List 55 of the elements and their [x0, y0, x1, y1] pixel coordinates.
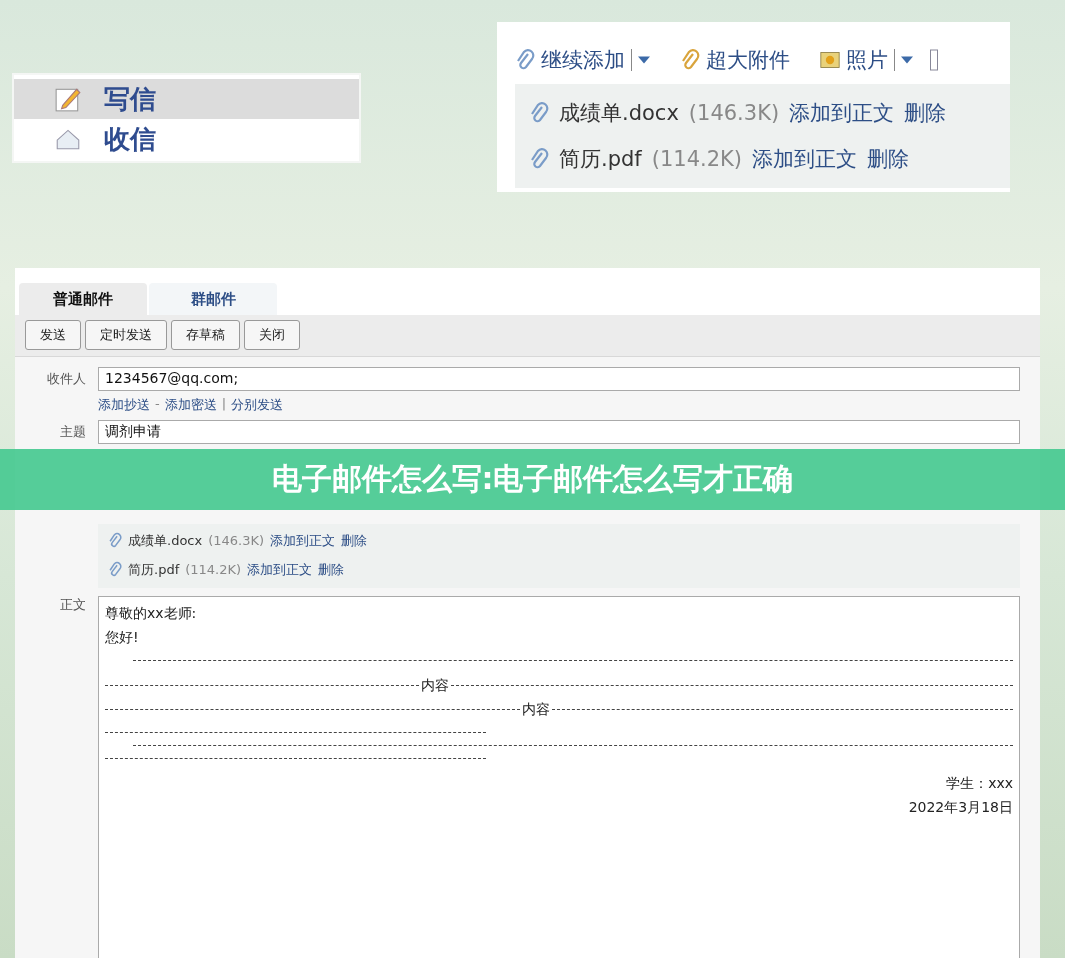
paperclip-icon	[515, 48, 535, 72]
nav-item[interactable]: 收信	[14, 119, 359, 159]
insert-link[interactable]: 添加到正文	[247, 560, 313, 579]
link-separator: |	[221, 396, 227, 413]
pencil-icon	[54, 85, 82, 113]
nav-item[interactable]: 写信	[14, 79, 359, 119]
tab[interactable]: 普通邮件	[19, 283, 147, 315]
link[interactable]: 分别发送	[231, 396, 284, 414]
file-name: 成绩单.docx	[559, 100, 679, 127]
body-text: 2022年3月18日	[907, 798, 1013, 817]
dropdown-caret[interactable]	[631, 49, 650, 71]
body-text: 您好!	[105, 628, 140, 647]
delete-link[interactable]: 删除	[867, 145, 909, 173]
delete-link[interactable]: 删除	[341, 531, 368, 550]
link-separator: -	[155, 396, 160, 413]
insert-link[interactable]: 添加到正文	[789, 99, 895, 127]
tab[interactable]: 群邮件	[149, 283, 277, 315]
banner-title: 电子邮件怎么写:电子邮件怎么写才正确	[271, 460, 794, 498]
subject-field[interactable]: 调剂申请	[98, 420, 1020, 444]
file-name: 简历.pdf	[559, 146, 642, 173]
delete-link[interactable]: 删除	[318, 560, 345, 579]
body-field[interactable]: 尊敬的xx老师: 您好! 内容 内容 学生：xxx 2022年3月18日	[98, 596, 1020, 958]
paperclip-icon	[529, 101, 549, 125]
field-label: 收件人	[46, 370, 87, 388]
file-size: (114.2K)	[185, 562, 242, 577]
paperclip-icon	[108, 561, 122, 578]
file-size: (114.2K)	[651, 147, 742, 171]
field-label: 正文	[59, 596, 87, 614]
paperclip-icon	[529, 147, 549, 171]
link[interactable]: 添加密送	[164, 396, 217, 414]
recipient-field[interactable]: 1234567@qq.com;	[98, 367, 1020, 391]
file-name: 简历.pdf	[128, 560, 180, 579]
insert-link[interactable]: 添加到正文	[752, 145, 857, 173]
toolbar-button[interactable]: 存草稿	[171, 320, 240, 350]
toolbar-button[interactable]: 照片	[820, 46, 913, 74]
file-size: (146.3K)	[688, 101, 780, 125]
toolbar-icon[interactable]	[929, 48, 938, 72]
dropdown-caret[interactable]	[894, 49, 913, 71]
toolbar-button[interactable]: 关闭	[244, 320, 300, 350]
link[interactable]: 添加抄送	[98, 396, 150, 414]
body-text: 内容	[521, 700, 550, 719]
file-size: (146.3K)	[208, 533, 265, 548]
toolbar-button[interactable]: 超大附件	[680, 46, 790, 74]
paperclip-icon	[680, 48, 700, 72]
body-text: 内容	[421, 676, 450, 695]
toolbar-button[interactable]: 定时发送	[85, 320, 167, 350]
field-label: 主题	[59, 423, 87, 441]
file-name: 成绩单.docx	[128, 531, 203, 550]
delete-link[interactable]: 删除	[904, 99, 947, 127]
insert-link[interactable]: 添加到正文	[270, 531, 336, 550]
paperclip-icon	[108, 532, 122, 549]
body-text: 尊敬的xx老师:	[105, 604, 198, 623]
toolbar-button[interactable]: 继续添加	[515, 46, 650, 74]
toolbar-button[interactable]: 发送	[25, 320, 81, 350]
body-text: 学生：xxx	[945, 774, 1013, 793]
